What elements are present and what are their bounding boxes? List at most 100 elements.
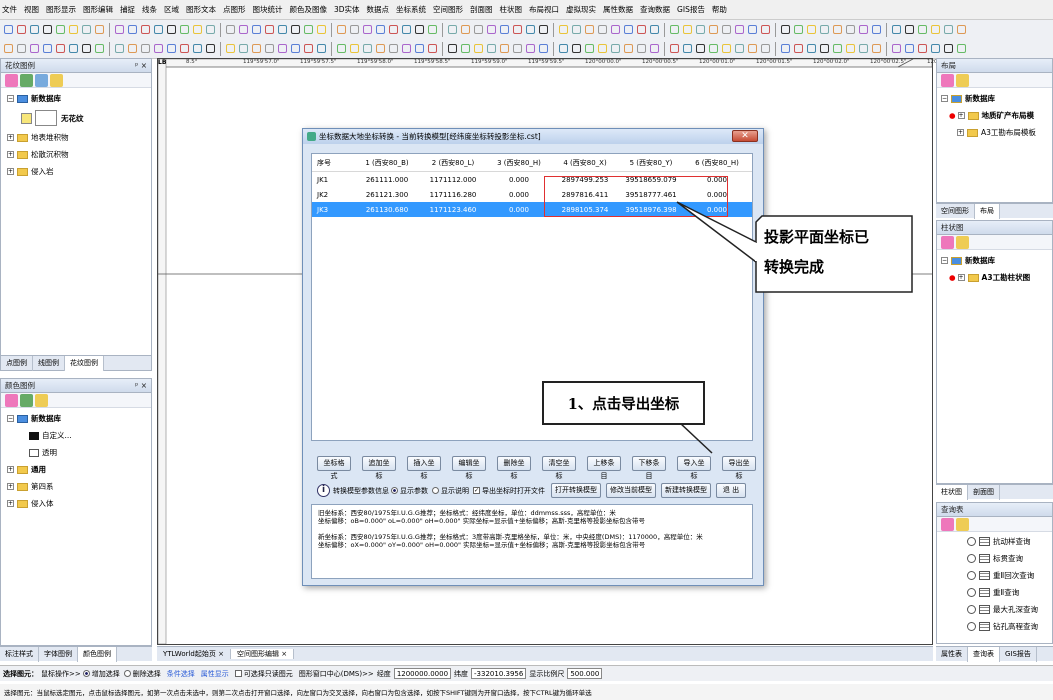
toolbar-tool-icon[interactable] <box>461 25 470 34</box>
lat-field[interactable]: -332010.3956 <box>471 668 527 679</box>
toolbar-tool-icon[interactable] <box>572 25 581 34</box>
coord-format-button[interactable]: 坐标格式 <box>317 456 351 480</box>
query-item[interactable]: 钻孔高程查询 <box>967 618 1048 635</box>
attribute-display-link[interactable]: 属性显示 <box>201 669 229 679</box>
menu-item[interactable]: 数据点 <box>367 4 390 15</box>
toolbar-tool-icon[interactable] <box>585 25 594 34</box>
tab-spatial-edit[interactable]: 空间图形编辑 × <box>230 649 295 659</box>
toolbar-tool-icon[interactable] <box>892 44 901 53</box>
toolbar-tool-icon[interactable] <box>115 44 124 53</box>
tree-root[interactable]: − 新数据库 <box>941 252 1048 269</box>
tab-line-legend[interactable]: 线图例 <box>33 355 65 371</box>
toolbar-tool-icon[interactable] <box>572 44 581 53</box>
toolbar-tool-icon[interactable] <box>735 25 744 34</box>
toolbar-tool-icon[interactable] <box>252 44 261 53</box>
toolbar-tool-icon[interactable] <box>846 25 855 34</box>
toolbar-tool-icon[interactable] <box>69 25 78 34</box>
toolbar-tool-icon[interactable] <box>402 25 411 34</box>
menu-item[interactable]: 图形编辑 <box>83 4 113 15</box>
menu-item[interactable]: 柱状图 <box>500 4 523 15</box>
query-item[interactable]: 重Ⅱ回次查询 <box>967 567 1048 584</box>
toolbar-tool-icon[interactable] <box>17 25 26 34</box>
toolbar-tool-icon[interactable] <box>4 25 13 34</box>
toolbar-tool-icon[interactable] <box>82 44 91 53</box>
toolbar-tool-icon[interactable] <box>304 44 313 53</box>
import-coord-button[interactable]: 导入坐标 <box>677 456 711 480</box>
tab-pattern-legend[interactable]: 花纹图例 <box>65 355 104 371</box>
menu-item[interactable]: 空间图形 <box>433 4 463 15</box>
toolbar-tool-icon[interactable] <box>474 44 483 53</box>
toolbar-tool-icon[interactable] <box>526 44 535 53</box>
delete-coord-button[interactable]: 删除坐标 <box>497 456 531 480</box>
toolbar-tool-icon[interactable] <box>317 44 326 53</box>
tab-attribute-table[interactable]: 属性表 <box>936 646 968 662</box>
query-item[interactable]: 标贯查询 <box>967 550 1048 567</box>
toolbar-tool-icon[interactable] <box>859 25 868 34</box>
pin-close-icon[interactable]: ᵖ × <box>135 381 147 390</box>
toolbar-tool-icon[interactable] <box>931 25 940 34</box>
toolbar-tool-icon[interactable] <box>43 44 52 53</box>
toolbar-tool-icon[interactable] <box>539 44 548 53</box>
toolbar-tool-icon[interactable] <box>95 44 104 53</box>
tree-item[interactable]: + 通用 <box>7 461 145 478</box>
tree-item[interactable]: ● + A3工勘柱状图 <box>941 269 1048 286</box>
toolbar-tool-icon[interactable] <box>670 25 679 34</box>
toolbar-tool-icon[interactable] <box>154 44 163 53</box>
tree-item[interactable]: + 松散沉积物 <box>7 146 145 163</box>
toolbar-tool-icon[interactable] <box>206 44 215 53</box>
move-down-button[interactable]: 下移条目 <box>632 456 666 480</box>
menu-item[interactable]: 帮助 <box>712 4 727 15</box>
menu-item[interactable]: 布局视口 <box>529 4 559 15</box>
toolbar-tool-icon[interactable] <box>226 25 235 34</box>
toolbar-tool-icon[interactable] <box>252 25 261 34</box>
open-file-checkbox[interactable]: ✓ <box>473 487 480 494</box>
close-button[interactable]: ✕ <box>732 130 758 142</box>
toolbar-tool-icon[interactable] <box>278 44 287 53</box>
toolbar-tool-icon[interactable] <box>30 44 39 53</box>
toolbar-tool-icon[interactable] <box>141 44 150 53</box>
toolbar-tool-icon[interactable] <box>487 44 496 53</box>
toolbar-tool-icon[interactable] <box>226 44 235 53</box>
toolbar-tool-icon[interactable] <box>872 25 881 34</box>
move-up-button[interactable]: 上移条目 <box>587 456 621 480</box>
tab-gis-report[interactable]: GIS报告 <box>1000 646 1037 662</box>
scale-field[interactable]: 500.000 <box>567 668 603 679</box>
lon-field[interactable]: 1200000.0000 <box>393 668 452 679</box>
toolbar-tool-icon[interactable] <box>193 25 202 34</box>
toolbar-tool-icon[interactable] <box>650 44 659 53</box>
toolbar-tool-icon[interactable] <box>794 44 803 53</box>
toolbar-tool-icon[interactable] <box>559 44 568 53</box>
toolbar-tool-icon[interactable] <box>376 44 385 53</box>
toolbar-tool-icon[interactable] <box>128 44 137 53</box>
toolbar-tool-icon[interactable] <box>167 44 176 53</box>
column-header[interactable]: 1 (西安80_B) <box>354 158 420 168</box>
insert-coord-button[interactable]: 插入坐标 <box>407 456 441 480</box>
toolbar-tool-icon[interactable] <box>905 44 914 53</box>
toolbar-tool-icon[interactable] <box>239 44 248 53</box>
toolbar-tool-icon[interactable] <box>415 44 424 53</box>
menu-item[interactable]: 查询数据 <box>640 4 670 15</box>
toolbar-tool-icon[interactable] <box>513 44 522 53</box>
query-item[interactable]: 重Ⅱ查询 <box>967 584 1048 601</box>
exit-button[interactable]: 退 出 <box>716 483 746 498</box>
toolbar-tool-icon[interactable] <box>193 44 202 53</box>
toolbar-tool-icon[interactable] <box>794 25 803 34</box>
radio-show-params[interactable] <box>391 487 398 494</box>
menu-item[interactable]: 线条 <box>142 4 157 15</box>
menu-item[interactable]: 区域 <box>164 4 179 15</box>
menu-item[interactable]: 坐标系统 <box>396 4 426 15</box>
column-header[interactable]: 4 (西安80_X) <box>552 158 618 168</box>
toolbar-tool-icon[interactable] <box>141 25 150 34</box>
tab-start-page[interactable]: YTLWorld起始页 × <box>157 649 231 659</box>
menu-item[interactable]: 图形文本 <box>186 4 216 15</box>
toolbar-tool-icon[interactable] <box>350 25 359 34</box>
toolbar-tool-icon[interactable] <box>650 25 659 34</box>
toolbar-tool-icon[interactable] <box>820 25 829 34</box>
toolbar-tool-icon[interactable] <box>337 44 346 53</box>
tab-label-style[interactable]: 标注样式 <box>0 646 39 662</box>
toolbar-tool-icon[interactable] <box>428 25 437 34</box>
toolbar-tool-icon[interactable] <box>82 25 91 34</box>
tree-root[interactable]: − 新数据库 <box>7 410 145 427</box>
query-item[interactable]: 抗动样查询 <box>967 533 1048 550</box>
toolbar-tool-icon[interactable] <box>624 25 633 34</box>
